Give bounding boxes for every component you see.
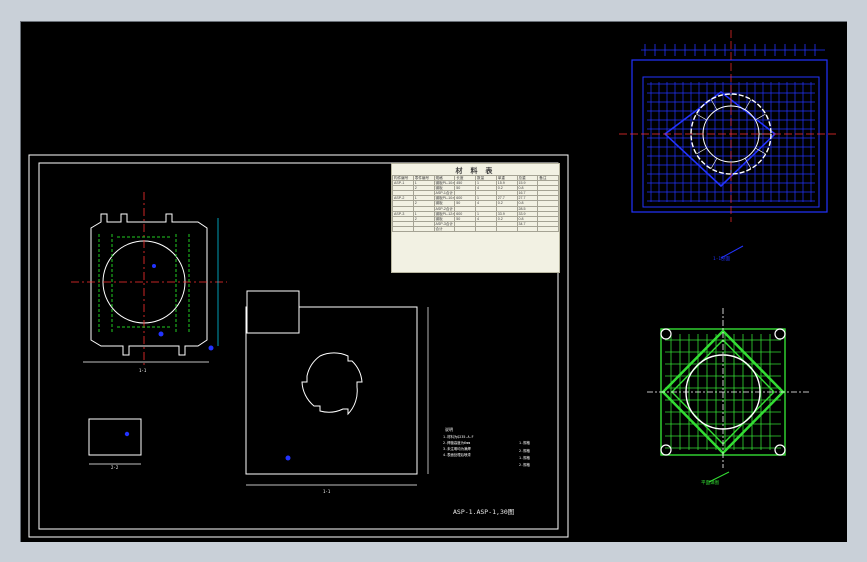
green-plan-detail[interactable]: 平面详图	[647, 308, 809, 486]
ring-spoke	[710, 158, 718, 169]
material-table-grid: 构件编号 零件编号 规格 长度 数量 单重 总重 备注 ASP-1 1 钢板PL-1…	[392, 174, 559, 233]
green-view-label: 平面详图	[701, 479, 719, 486]
table-cell	[454, 225, 476, 233]
plan-view-label: 1-1	[139, 368, 147, 373]
small-plate-outline	[88, 418, 142, 456]
material-table-body: ASP-11钢板PL-10×450450115.915.92钢板5040.20.…	[392, 180, 559, 233]
blue-outer-frame	[631, 59, 828, 213]
large-plate-label: 1-1	[323, 489, 331, 494]
table-cell	[495, 225, 518, 233]
material-table-title: 材 料 表	[455, 168, 496, 175]
base-plate-plan-view[interactable]: 1-1	[71, 192, 227, 373]
large-bolt-mark	[285, 455, 291, 461]
table-cell: ASP-2合计	[433, 205, 456, 212]
ring-spoke	[696, 147, 707, 155]
green-corner-bolt-tr	[774, 328, 786, 340]
small-plate-label: 2-2	[111, 465, 119, 470]
blue-top-dimensions	[641, 44, 827, 61]
table-cell	[392, 225, 414, 233]
ring-spoke	[744, 99, 752, 110]
table-cell: 钢板PL-12×600	[433, 210, 456, 217]
table-cell: 钢板PL-10×600	[433, 195, 456, 202]
title-block-text: ASP-1.ASP-1,30图	[453, 508, 515, 516]
plan-outline	[90, 213, 208, 356]
note-tag-4: 2.规格	[519, 462, 530, 467]
table-cell: 钢板PL-10×450	[433, 180, 456, 187]
cad-drawing-canvas[interactable]: 1-1 1-1 2-2 说明 1.材料为Q235-A.F 2.焊缝高度为6mm …	[21, 22, 847, 542]
note-tag-1: 1.规格	[519, 440, 530, 445]
ring-spoke	[755, 113, 766, 121]
green-corner-bolt-br	[774, 444, 786, 456]
base-plate-large-view[interactable]: 1-1	[245, 290, 429, 494]
note-line-3: 3.未注明均为满焊	[443, 446, 471, 451]
drawing-notes: 说明 1.材料为Q235-A.F 2.焊缝高度为6mm 3.未注明均为满焊 4.…	[443, 426, 530, 467]
blue-view-label: 1-1剖面	[713, 255, 731, 262]
note-tag-3: 1.规格	[519, 455, 530, 460]
ring-spoke	[710, 99, 718, 110]
large-plate-lug	[246, 290, 300, 334]
green-corner-bolt-tl	[660, 328, 672, 340]
plan-bolt-mark-3	[152, 264, 156, 268]
table-cell: ASP-1合计	[433, 190, 456, 197]
table-cell	[537, 225, 559, 233]
plan-bolt-mark-1	[158, 331, 164, 337]
plan-bolt-mark-2	[208, 345, 214, 351]
ring-spoke	[696, 113, 707, 121]
notes-heading: 说明	[445, 426, 453, 432]
green-corner-bolt-bl	[660, 444, 672, 456]
table-cell	[475, 225, 497, 233]
note-tag-2: 2.规格	[519, 448, 530, 453]
table-cell	[412, 225, 435, 233]
small-plate-mark	[124, 431, 130, 437]
note-line-4: 4.表面处理后喷漆	[443, 452, 471, 457]
large-plate-hole	[301, 352, 363, 416]
cad-viewport[interactable]: 1-1 1-1 2-2 说明 1.材料为Q235-A.F 2.焊缝高度为6mm …	[20, 21, 847, 542]
table-cell: ASP-3合计	[433, 220, 456, 227]
table-total-row: 合计	[392, 225, 559, 233]
note-line-1: 1.材料为Q235-A.F	[443, 434, 474, 439]
table-cell: 合计	[433, 225, 456, 233]
note-line-2: 2.焊缝高度为6mm	[443, 440, 470, 445]
table-cell	[516, 225, 539, 233]
material-table: 材 料 表 构件编号 零件编号 规格 长度 数量 单重 总重 备注 ASP-1 1…	[391, 163, 560, 273]
small-plate-view[interactable]: 2-2	[88, 418, 142, 470]
blue-section-detail[interactable]: 1-1剖面	[619, 30, 839, 262]
